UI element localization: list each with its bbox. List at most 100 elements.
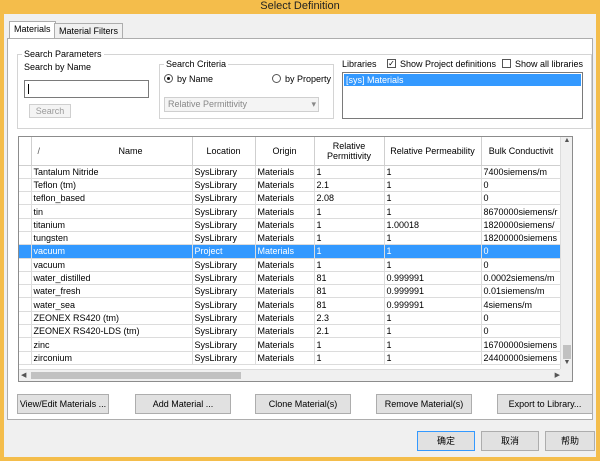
cell-location: SysLibrary bbox=[192, 297, 256, 312]
tab-materials[interactable]: Materials bbox=[9, 21, 56, 39]
window-title: Select Definition bbox=[0, 0, 600, 14]
remove-materials-button[interactable]: Remove Material(s) bbox=[376, 394, 472, 414]
column-header-permeability[interactable]: Relative Permeability bbox=[384, 137, 482, 166]
sort-indicator: / bbox=[37, 145, 41, 156]
cancel-button[interactable]: 取消 bbox=[481, 431, 539, 451]
cell-permittivity: 81 bbox=[314, 297, 385, 312]
row-header[interactable] bbox=[19, 178, 32, 193]
by-property-label: by Property bbox=[285, 74, 332, 84]
cell-permeability: 1.00018 bbox=[384, 218, 482, 232]
row-header[interactable] bbox=[19, 271, 32, 286]
library-item[interactable]: [sys] Materials bbox=[344, 74, 581, 86]
cell-permittivity: 1 bbox=[314, 244, 385, 259]
cell-permittivity: 1 bbox=[314, 258, 385, 272]
table-row[interactable]: ZEONEX RS420 (tm) SysLibrary Materials 2.3 1… bbox=[19, 311, 562, 326]
cell-permittivity: 2.1 bbox=[314, 324, 385, 339]
table-row[interactable]: water_distilled SysLibrary Materials 81 0.99… bbox=[19, 271, 562, 286]
cell-permeability: 1 bbox=[384, 258, 482, 272]
cell-conductivity: 0 bbox=[481, 244, 562, 259]
search-name-input[interactable] bbox=[24, 80, 149, 98]
cell-permeability: 0.999991 bbox=[384, 271, 482, 286]
row-header[interactable] bbox=[19, 204, 32, 219]
cell-name: water_distilled bbox=[31, 271, 193, 286]
tab-material-filters[interactable]: Material Filters bbox=[54, 23, 124, 39]
clone-materials-button[interactable]: Clone Material(s) bbox=[255, 394, 351, 414]
horizontal-scroll-thumb[interactable] bbox=[31, 372, 241, 379]
search-criteria-legend: Search Criteria bbox=[164, 59, 229, 69]
cell-name: Tantalum Nitride bbox=[31, 165, 193, 179]
table-row[interactable]: Tantalum Nitride SysLibrary Materials 1 1 740… bbox=[19, 165, 562, 179]
cell-location: SysLibrary bbox=[192, 231, 256, 246]
cell-origin: Materials bbox=[255, 178, 315, 193]
table-row[interactable]: vacuum Project Materials 1 1 0 bbox=[19, 244, 562, 259]
cell-permeability: 1 bbox=[384, 244, 482, 259]
cell-origin: Materials bbox=[255, 271, 315, 286]
by-name-radio[interactable] bbox=[164, 74, 173, 83]
column-header-conductivity-label: Bulk Conductivit bbox=[488, 145, 554, 156]
row-header[interactable] bbox=[19, 337, 32, 352]
search-button[interactable]: Search bbox=[29, 104, 71, 118]
row-header[interactable] bbox=[19, 284, 32, 299]
cell-permittivity: 1 bbox=[314, 351, 385, 365]
row-header[interactable] bbox=[19, 258, 32, 272]
ok-button[interactable]: 确定 bbox=[417, 431, 475, 451]
add-material-button[interactable]: Add Material ... bbox=[135, 394, 231, 414]
cell-permittivity: 81 bbox=[314, 284, 385, 299]
row-header[interactable] bbox=[19, 351, 32, 365]
table-row[interactable]: Teflon (tm) SysLibrary Materials 2.1 1 0 bbox=[19, 178, 562, 193]
row-header[interactable] bbox=[19, 297, 32, 312]
vertical-scroll-thumb[interactable] bbox=[563, 345, 571, 359]
scroll-left-icon[interactable]: ◀ bbox=[21, 371, 26, 379]
column-header-select[interactable] bbox=[19, 137, 32, 166]
table-header-row: / Name Location Origin Relative Permitti… bbox=[19, 137, 562, 166]
scroll-down-icon[interactable]: ▼ bbox=[561, 359, 572, 369]
cell-location: SysLibrary bbox=[192, 178, 256, 193]
column-header-name[interactable]: / Name bbox=[31, 137, 193, 166]
cell-conductivity: 4siemens/m bbox=[481, 297, 562, 312]
libraries-list[interactable]: [sys] Materials bbox=[342, 72, 583, 119]
table-row[interactable]: zirconium SysLibrary Materials 1 1 24400000si… bbox=[19, 351, 562, 365]
column-header-conductivity[interactable]: Bulk Conductivit bbox=[481, 137, 562, 166]
cell-origin: Materials bbox=[255, 311, 315, 326]
row-header[interactable] bbox=[19, 244, 32, 259]
cell-name: water_fresh bbox=[31, 284, 193, 299]
cell-permittivity: 2.08 bbox=[314, 191, 385, 206]
row-header[interactable] bbox=[19, 218, 32, 232]
row-header[interactable] bbox=[19, 311, 32, 326]
cell-permittivity: 81 bbox=[314, 271, 385, 286]
view-edit-materials-button[interactable]: View/Edit Materials ... bbox=[17, 394, 109, 414]
horizontal-scrollbar[interactable]: ◀ ▶ bbox=[19, 369, 572, 381]
by-property-radio[interactable] bbox=[272, 74, 281, 83]
table-row[interactable]: tungsten SysLibrary Materials 1 1 18200000sie… bbox=[19, 231, 562, 246]
row-header[interactable] bbox=[19, 324, 32, 339]
help-button[interactable]: 帮助 bbox=[545, 431, 595, 451]
column-header-location[interactable]: Location bbox=[192, 137, 256, 166]
scroll-up-icon[interactable]: ▲ bbox=[561, 137, 572, 147]
cell-permittivity: 1 bbox=[314, 337, 385, 352]
column-header-origin[interactable]: Origin bbox=[255, 137, 315, 166]
column-header-permittivity[interactable]: Relative Permittivity bbox=[314, 137, 385, 166]
table-row[interactable]: teflon_based SysLibrary Materials 2.08 1 0 bbox=[19, 191, 562, 206]
table-row[interactable]: zinc SysLibrary Materials 1 1 16700000siemens bbox=[19, 337, 562, 352]
table-row[interactable]: water_fresh SysLibrary Materials 81 0.999991… bbox=[19, 284, 562, 299]
property-select-value: Relative Permittivity bbox=[168, 99, 248, 109]
table-row[interactable]: titanium SysLibrary Materials 1 1.00018 18200… bbox=[19, 218, 562, 232]
row-header[interactable] bbox=[19, 165, 32, 179]
cell-permeability: 1 bbox=[384, 178, 482, 193]
cell-location: SysLibrary bbox=[192, 271, 256, 286]
show-project-checkbox[interactable]: ✓ bbox=[387, 59, 396, 68]
table-row[interactable]: ZEONEX RS420-LDS (tm) SysLibrary Materials… bbox=[19, 324, 562, 339]
property-select[interactable]: Relative Permittivity ▾ bbox=[164, 97, 319, 112]
cell-conductivity: 0.0002siemens/m bbox=[481, 271, 562, 286]
cell-conductivity: 0 bbox=[481, 311, 562, 326]
materials-grid: / Name Location Origin Relative Permitti… bbox=[19, 137, 562, 365]
row-header[interactable] bbox=[19, 231, 32, 246]
vertical-scrollbar[interactable]: ▲ ▼ bbox=[560, 137, 572, 369]
table-row[interactable]: vacuum SysLibrary Materials 1 1 0 bbox=[19, 258, 562, 272]
row-header[interactable] bbox=[19, 191, 32, 206]
table-row[interactable]: water_sea SysLibrary Materials 81 0.999991 4s… bbox=[19, 297, 562, 312]
export-to-library-button[interactable]: Export to Library... bbox=[497, 394, 593, 414]
table-row[interactable]: tin SysLibrary Materials 1 1 8670000siemens/r bbox=[19, 204, 562, 219]
show-all-libraries-checkbox[interactable] bbox=[502, 59, 511, 68]
materials-table: / Name Location Origin Relative Permitti… bbox=[18, 136, 573, 382]
